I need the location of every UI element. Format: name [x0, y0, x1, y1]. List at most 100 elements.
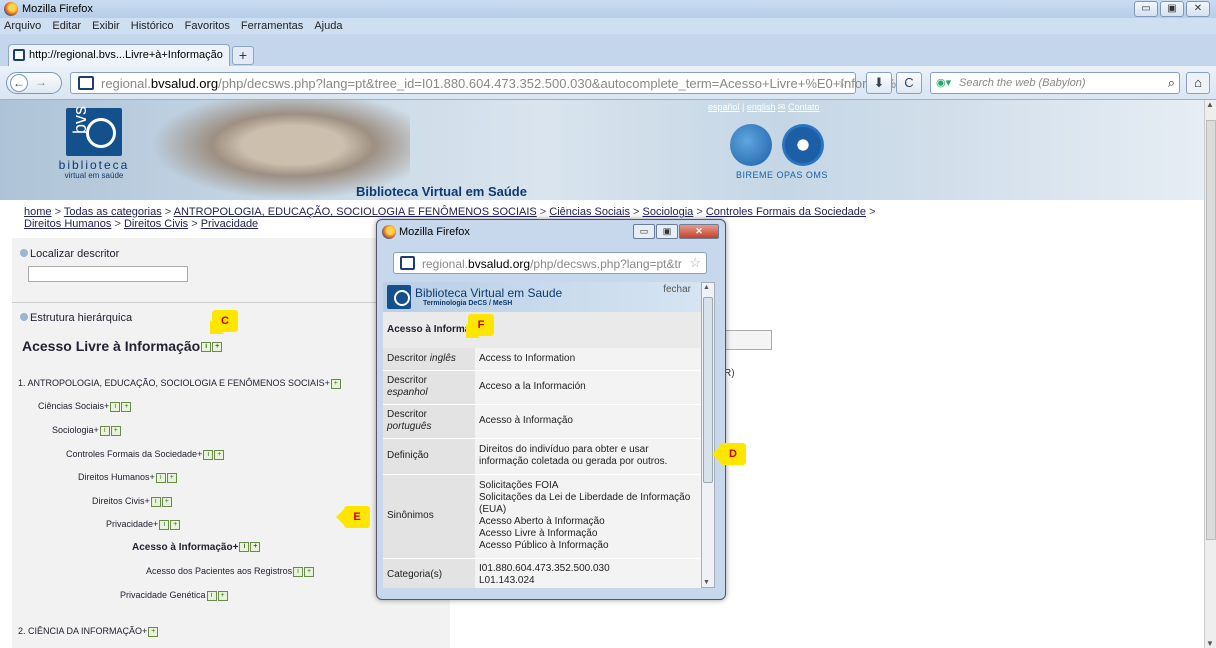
right-panel-field[interactable]: [720, 330, 772, 350]
add-icon[interactable]: +: [170, 519, 181, 530]
info-icon[interactable]: i: [150, 496, 161, 507]
scroll-down-arrow-icon[interactable]: ▼: [1206, 639, 1214, 648]
forward-button[interactable]: →: [35, 75, 47, 89]
add-icon[interactable]: +: [217, 590, 228, 601]
page-scrollbar[interactable]: ▲ ▼: [1204, 100, 1216, 648]
row-value: Solicitações FOIA Solicitações da Lei de…: [475, 474, 701, 559]
add-icon[interactable]: +: [250, 542, 261, 553]
info-icon[interactable]: i: [293, 566, 304, 577]
row-key: Descritor português: [383, 404, 475, 439]
link-espanol[interactable]: español: [708, 102, 740, 112]
minimize-button[interactable]: ▭: [1134, 1, 1158, 17]
window-titlebar: Mozilla Firefox ▭ ▣ ✕: [0, 0, 1216, 18]
new-tab-button[interactable]: +: [232, 46, 254, 65]
add-icon[interactable]: +: [166, 472, 177, 483]
add-icon[interactable]: +: [214, 449, 225, 460]
menu-editar[interactable]: Editar: [52, 20, 81, 32]
crumb-antropologia[interactable]: ANTROPOLOGIA, EDUCAÇÃO, SOCIOLOGIA E FEN…: [174, 206, 537, 218]
crumb-direitos-humanos[interactable]: Direitos Humanos: [24, 218, 111, 230]
crumb-todas[interactable]: Todas as categorias: [64, 206, 162, 218]
popup-minimize-button[interactable]: ▭: [633, 224, 655, 239]
download-button[interactable]: ⬇: [866, 72, 892, 94]
menu-arquivo[interactable]: Arquivo: [4, 20, 41, 32]
address-bar[interactable]: regional.bvsalud.org/php/decsws.php?lang…: [70, 72, 905, 94]
tree-row[interactable]: Direitos Humanos+ i +: [78, 472, 177, 483]
link-contato[interactable]: Contato: [788, 102, 820, 112]
popup-url: regional.bvsalud.org/php/decsws.php?lang…: [422, 257, 682, 271]
crumb-privacidade[interactable]: Privacidade: [201, 218, 258, 230]
table-row: Descritor espanhol Acceso a la Informació…: [383, 370, 701, 405]
tree-row-current[interactable]: Acesso à Informação+ i +: [132, 542, 261, 553]
menu-ferramentas[interactable]: Ferramentas: [241, 20, 303, 32]
site-icon: [13, 49, 25, 61]
reload-button[interactable]: C: [896, 72, 922, 94]
popup-address-bar[interactable]: regional.bvsalud.org/php/decsws.php?lang…: [393, 252, 707, 274]
language-links: español | english ✉ Contato: [708, 102, 820, 112]
menu-favoritos[interactable]: Favoritos: [185, 20, 230, 32]
add-icon[interactable]: +: [304, 566, 315, 577]
info-icon[interactable]: i: [155, 472, 166, 483]
info-icon[interactable]: i: [159, 519, 170, 530]
popup-maximize-button[interactable]: ▣: [656, 224, 678, 239]
popup-scrollbar[interactable]: ▲ ▼: [701, 282, 715, 588]
add-icon[interactable]: +: [121, 401, 132, 412]
scroll-up-arrow-icon[interactable]: ▲: [703, 284, 710, 291]
tree-row[interactable]: Direitos Civis+ i +: [92, 496, 172, 507]
maximize-button[interactable]: ▣: [1160, 1, 1184, 17]
locate-descriptor-input[interactable]: [28, 266, 188, 282]
info-icon[interactable]: i: [99, 425, 110, 436]
close-link[interactable]: fechar: [663, 284, 691, 295]
crumb-home[interactable]: home: [24, 206, 52, 218]
scrollbar-thumb[interactable]: [1206, 120, 1216, 540]
popup-window: Mozilla Firefox ▭ ▣ ✕ regional.bvsalud.o…: [376, 219, 726, 600]
bookmark-star-icon[interactable]: ☆: [689, 255, 701, 271]
tree-row[interactable]: Acesso dos Pacientes aos Registros i +: [146, 566, 315, 577]
tree-row[interactable]: Sociologia+ i +: [52, 425, 121, 436]
partners-text: BIREME OPAS OMS: [736, 170, 828, 180]
menu-ajuda[interactable]: Ajuda: [314, 20, 342, 32]
site-identity-icon[interactable]: [78, 76, 94, 90]
add-icon[interactable]: +: [148, 626, 159, 637]
tree-row[interactable]: 1. ANTROPOLOGIA, EDUCAÇÃO, SOCIOLOGIA E …: [18, 378, 341, 389]
menu-exibir[interactable]: Exibir: [92, 20, 120, 32]
tree-row[interactable]: Ciências Sociais+ i +: [38, 401, 132, 412]
tree-row[interactable]: Controles Formais da Sociedade+ i +: [66, 449, 225, 460]
close-button[interactable]: ✕: [1186, 1, 1210, 17]
bvs-logo[interactable]: bvs biblioteca virtual em saúde: [48, 106, 140, 180]
tree-row[interactable]: Privacidade Genética i +: [120, 590, 228, 601]
search-engine-icon[interactable]: ◉▾: [936, 76, 951, 89]
bookmark-star-icon[interactable]: ☆: [837, 75, 849, 91]
add-icon[interactable]: +: [330, 378, 341, 389]
scroll-up-arrow-icon[interactable]: ▲: [1206, 100, 1214, 109]
info-icon[interactable]: i: [206, 590, 217, 601]
tree-row[interactable]: 2. CIÊNCIA DA INFORMAÇÃO+ +: [18, 626, 159, 637]
tree-row[interactable]: Privacidade+ i +: [106, 519, 181, 530]
menu-historico[interactable]: Histórico: [131, 20, 174, 32]
row-key: Categoria(s): [383, 558, 475, 588]
crumb-ciencias-sociais[interactable]: Ciências Sociais: [549, 206, 630, 218]
window-controls: ▭ ▣ ✕: [1134, 1, 1210, 17]
crumb-direitos-civis[interactable]: Direitos Civis: [124, 218, 188, 230]
popup-window-controls: ▭ ▣ ✕: [633, 224, 719, 239]
search-icon[interactable]: ⌕: [1168, 75, 1175, 91]
scroll-down-arrow-icon[interactable]: ▼: [703, 579, 710, 586]
home-button[interactable]: ⌂: [1186, 72, 1210, 94]
site-banner: bvs biblioteca virtual em saúde español …: [0, 100, 1204, 200]
crumb-sociologia[interactable]: Sociologia: [643, 206, 694, 218]
address-url: regional.bvsalud.org/php/decsws.php?lang…: [101, 76, 905, 91]
back-button[interactable]: ←: [10, 74, 28, 92]
info-icon[interactable]: i: [203, 449, 214, 460]
crumb-controles[interactable]: Controles Formais da Sociedade: [706, 206, 866, 218]
add-icon[interactable]: +: [110, 425, 121, 436]
link-english[interactable]: english: [747, 102, 776, 112]
tab-current[interactable]: http://regional.bvs...Livre+à+Informação: [8, 44, 230, 66]
info-icon[interactable]: i: [110, 401, 121, 412]
add-icon[interactable]: +: [161, 496, 172, 507]
popup-close-button[interactable]: ✕: [679, 224, 719, 239]
info-icon[interactable]: i: [239, 542, 250, 553]
search-bar[interactable]: ◉▾ Search the web (Babylon) ⌕: [930, 72, 1180, 94]
row-value: Acceso a la Información: [475, 370, 701, 405]
table-row: Categoria(s) I01.880.604.473.352.500.030…: [383, 558, 701, 588]
site-identity-icon[interactable]: [400, 256, 415, 270]
navigation-bar: ← → regional.bvsalud.org/php/decsws.php?…: [0, 66, 1216, 100]
